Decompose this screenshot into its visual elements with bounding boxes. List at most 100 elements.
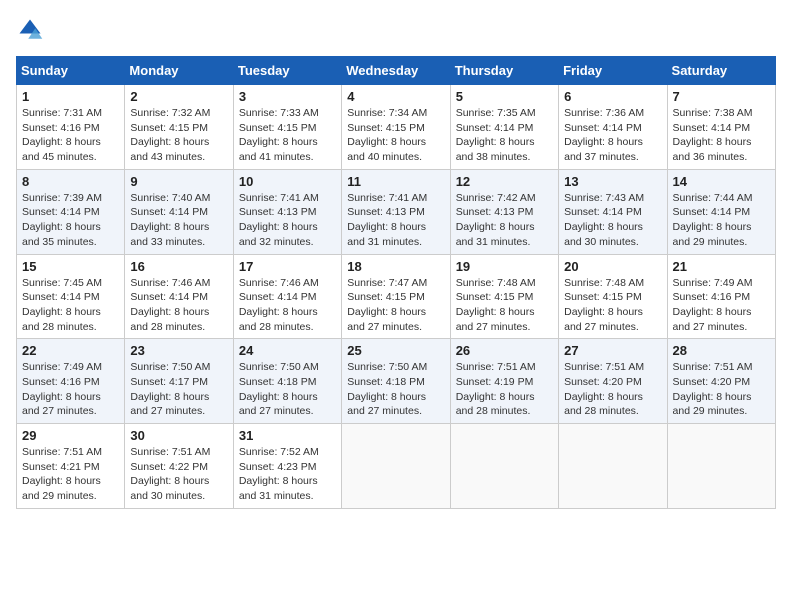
day-info: Sunrise: 7:31 AMSunset: 4:16 PMDaylight:… xyxy=(22,106,119,165)
calendar-cell: 1 Sunrise: 7:31 AMSunset: 4:16 PMDaylight… xyxy=(17,85,125,170)
day-number: 20 xyxy=(564,259,661,274)
day-info: Sunrise: 7:36 AMSunset: 4:14 PMDaylight:… xyxy=(564,106,661,165)
day-number: 3 xyxy=(239,89,336,104)
weekday-header-thursday: Thursday xyxy=(450,57,558,85)
weekday-header-sunday: Sunday xyxy=(17,57,125,85)
day-number: 1 xyxy=(22,89,119,104)
day-number: 5 xyxy=(456,89,553,104)
day-info: Sunrise: 7:51 AMSunset: 4:21 PMDaylight:… xyxy=(22,445,119,504)
day-number: 21 xyxy=(673,259,770,274)
calendar-cell: 23Sunrise: 7:50 AMSunset: 4:17 PMDayligh… xyxy=(125,339,233,424)
day-number: 22 xyxy=(22,343,119,358)
day-number: 14 xyxy=(673,174,770,189)
calendar-cell: 13 Sunrise: 7:43 AMSunset: 4:14 PMDayligh… xyxy=(559,169,667,254)
day-number: 2 xyxy=(130,89,227,104)
weekday-header-tuesday: Tuesday xyxy=(233,57,341,85)
day-number: 30 xyxy=(130,428,227,443)
day-number: 18 xyxy=(347,259,444,274)
calendar-cell: 21 Sunrise: 7:49 AMSunset: 4:16 PMDayligh… xyxy=(667,254,775,339)
day-info: Sunrise: 7:40 AMSunset: 4:14 PMDaylight:… xyxy=(130,191,227,250)
day-info: Sunrise: 7:42 AMSunset: 4:13 PMDaylight:… xyxy=(456,191,553,250)
day-info: Sunrise: 7:34 AMSunset: 4:15 PMDaylight:… xyxy=(347,106,444,165)
day-number: 17 xyxy=(239,259,336,274)
calendar-cell: 15Sunrise: 7:45 AMSunset: 4:14 PMDayligh… xyxy=(17,254,125,339)
day-number: 26 xyxy=(456,343,553,358)
calendar-cell xyxy=(342,424,450,509)
logo xyxy=(16,16,48,44)
day-info: Sunrise: 7:41 AMSunset: 4:13 PMDaylight:… xyxy=(347,191,444,250)
day-info: Sunrise: 7:49 AMSunset: 4:16 PMDaylight:… xyxy=(673,276,770,335)
calendar-cell: 3 Sunrise: 7:33 AMSunset: 4:15 PMDaylight… xyxy=(233,85,341,170)
day-number: 28 xyxy=(673,343,770,358)
day-number: 8 xyxy=(22,174,119,189)
calendar-cell xyxy=(667,424,775,509)
day-number: 23 xyxy=(130,343,227,358)
calendar-cell: 8 Sunrise: 7:39 AMSunset: 4:14 PMDaylight… xyxy=(17,169,125,254)
day-info: Sunrise: 7:47 AMSunset: 4:15 PMDaylight:… xyxy=(347,276,444,335)
day-number: 19 xyxy=(456,259,553,274)
day-info: Sunrise: 7:33 AMSunset: 4:15 PMDaylight:… xyxy=(239,106,336,165)
day-info: Sunrise: 7:48 AMSunset: 4:15 PMDaylight:… xyxy=(456,276,553,335)
day-number: 10 xyxy=(239,174,336,189)
day-number: 13 xyxy=(564,174,661,189)
day-number: 15 xyxy=(22,259,119,274)
calendar-cell: 12 Sunrise: 7:42 AMSunset: 4:13 PMDayligh… xyxy=(450,169,558,254)
calendar-cell: 9 Sunrise: 7:40 AMSunset: 4:14 PMDaylight… xyxy=(125,169,233,254)
day-number: 7 xyxy=(673,89,770,104)
calendar-cell: 19 Sunrise: 7:48 AMSunset: 4:15 PMDayligh… xyxy=(450,254,558,339)
calendar-table: SundayMondayTuesdayWednesdayThursdayFrid… xyxy=(16,56,776,509)
calendar-cell: 10 Sunrise: 7:41 AMSunset: 4:13 PMDayligh… xyxy=(233,169,341,254)
day-info: Sunrise: 7:50 AMSunset: 4:18 PMDaylight:… xyxy=(239,360,336,419)
calendar-cell: 17Sunrise: 7:46 AMSunset: 4:14 PMDayligh… xyxy=(233,254,341,339)
calendar-cell: 18 Sunrise: 7:47 AMSunset: 4:15 PMDayligh… xyxy=(342,254,450,339)
calendar-cell: 22 Sunrise: 7:49 AMSunset: 4:16 PMDayligh… xyxy=(17,339,125,424)
day-number: 9 xyxy=(130,174,227,189)
calendar-cell: 14Sunrise: 7:44 AMSunset: 4:14 PMDayligh… xyxy=(667,169,775,254)
calendar-cell: 27 Sunrise: 7:51 AMSunset: 4:20 PMDayligh… xyxy=(559,339,667,424)
day-info: Sunrise: 7:51 AMSunset: 4:19 PMDaylight:… xyxy=(456,360,553,419)
calendar-cell: 29 Sunrise: 7:51 AMSunset: 4:21 PMDayligh… xyxy=(17,424,125,509)
weekday-header-saturday: Saturday xyxy=(667,57,775,85)
day-number: 31 xyxy=(239,428,336,443)
calendar-cell: 24 Sunrise: 7:50 AMSunset: 4:18 PMDayligh… xyxy=(233,339,341,424)
calendar-cell: 31 Sunrise: 7:52 AMSunset: 4:23 PMDayligh… xyxy=(233,424,341,509)
weekday-header-friday: Friday xyxy=(559,57,667,85)
day-number: 4 xyxy=(347,89,444,104)
weekday-header-wednesday: Wednesday xyxy=(342,57,450,85)
calendar-week-1: 1 Sunrise: 7:31 AMSunset: 4:16 PMDaylight… xyxy=(17,85,776,170)
calendar-cell: 7 Sunrise: 7:38 AMSunset: 4:14 PMDaylight… xyxy=(667,85,775,170)
weekday-row: SundayMondayTuesdayWednesdayThursdayFrid… xyxy=(17,57,776,85)
day-number: 6 xyxy=(564,89,661,104)
calendar-cell: 4 Sunrise: 7:34 AMSunset: 4:15 PMDaylight… xyxy=(342,85,450,170)
day-number: 12 xyxy=(456,174,553,189)
day-number: 25 xyxy=(347,343,444,358)
day-info: Sunrise: 7:51 AMSunset: 4:20 PMDaylight:… xyxy=(564,360,661,419)
day-info: Sunrise: 7:52 AMSunset: 4:23 PMDaylight:… xyxy=(239,445,336,504)
day-info: Sunrise: 7:41 AMSunset: 4:13 PMDaylight:… xyxy=(239,191,336,250)
calendar-cell: 30 Sunrise: 7:51 AMSunset: 4:22 PMDayligh… xyxy=(125,424,233,509)
day-info: Sunrise: 7:51 AMSunset: 4:22 PMDaylight:… xyxy=(130,445,227,504)
calendar-cell: 11 Sunrise: 7:41 AMSunset: 4:13 PMDayligh… xyxy=(342,169,450,254)
calendar-cell xyxy=(559,424,667,509)
calendar-cell xyxy=(450,424,558,509)
day-info: Sunrise: 7:43 AMSunset: 4:14 PMDaylight:… xyxy=(564,191,661,250)
day-info: Sunrise: 7:49 AMSunset: 4:16 PMDaylight:… xyxy=(22,360,119,419)
weekday-header-monday: Monday xyxy=(125,57,233,85)
day-number: 11 xyxy=(347,174,444,189)
day-info: Sunrise: 7:35 AMSunset: 4:14 PMDaylight:… xyxy=(456,106,553,165)
calendar-body: 1 Sunrise: 7:31 AMSunset: 4:16 PMDaylight… xyxy=(17,85,776,509)
calendar-header: SundayMondayTuesdayWednesdayThursdayFrid… xyxy=(17,57,776,85)
calendar-cell: 26 Sunrise: 7:51 AMSunset: 4:19 PMDayligh… xyxy=(450,339,558,424)
day-info: Sunrise: 7:38 AMSunset: 4:14 PMDaylight:… xyxy=(673,106,770,165)
calendar-week-3: 15Sunrise: 7:45 AMSunset: 4:14 PMDayligh… xyxy=(17,254,776,339)
calendar-cell: 5 Sunrise: 7:35 AMSunset: 4:14 PMDaylight… xyxy=(450,85,558,170)
day-info: Sunrise: 7:51 AMSunset: 4:20 PMDaylight:… xyxy=(673,360,770,419)
day-number: 27 xyxy=(564,343,661,358)
day-info: Sunrise: 7:39 AMSunset: 4:14 PMDaylight:… xyxy=(22,191,119,250)
calendar-cell: 28 Sunrise: 7:51 AMSunset: 4:20 PMDayligh… xyxy=(667,339,775,424)
day-info: Sunrise: 7:48 AMSunset: 4:15 PMDaylight:… xyxy=(564,276,661,335)
day-number: 24 xyxy=(239,343,336,358)
calendar-week-2: 8 Sunrise: 7:39 AMSunset: 4:14 PMDaylight… xyxy=(17,169,776,254)
day-number: 29 xyxy=(22,428,119,443)
logo-icon xyxy=(16,16,44,44)
